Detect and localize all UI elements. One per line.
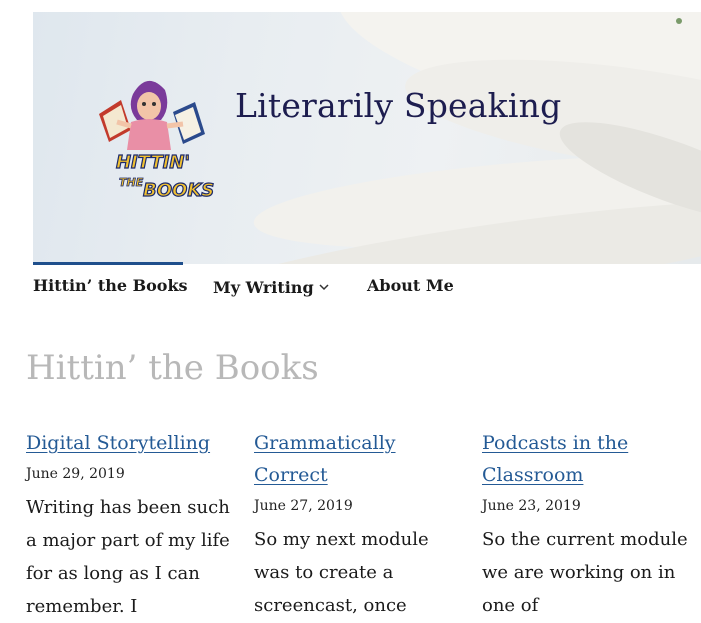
logo-text-mid: THE	[119, 176, 144, 189]
post-excerpt: Writing has been such a major part of my…	[26, 497, 230, 617]
post-card: Podcasts in the Classroom June 23, 2019 …	[482, 427, 692, 622]
post-title-link[interactable]: Podcasts in the Classroom	[482, 427, 692, 491]
post-title-link[interactable]: Grammatically Correct	[254, 427, 454, 491]
logo-text-top: HITTIN'	[116, 152, 190, 173]
active-nav-indicator	[33, 262, 183, 265]
nav-item-my-writing[interactable]: My Writing	[213, 276, 329, 297]
post-title-link[interactable]: Digital Storytelling	[26, 427, 231, 459]
chevron-down-icon	[319, 276, 329, 295]
site-title[interactable]: Literarily Speaking	[235, 86, 561, 125]
nav-item-hittin-the-books[interactable]: Hittin’ the Books	[33, 276, 188, 295]
post-card: Digital Storytelling June 29, 2019 Writi…	[26, 427, 231, 623]
post-date: June 23, 2019	[482, 498, 581, 514]
post-date: June 29, 2019	[26, 466, 125, 482]
post-card: Grammatically Correct June 27, 2019 So m…	[254, 427, 454, 622]
page-title: Hittin’ the Books	[26, 348, 319, 388]
post-excerpt: So my next module was to create a screen…	[254, 529, 429, 616]
logo-text-bottom: BOOKS	[143, 180, 214, 201]
nav-item-my-writing-label: My Writing	[213, 278, 314, 297]
nav-item-about-me[interactable]: About Me	[367, 276, 454, 295]
site-header: HITTIN' THE BOOKS Literarily Speaking	[33, 12, 701, 264]
main-navigation: Hittin’ the Books My Writing About Me	[33, 262, 701, 308]
hittin-the-books-logo[interactable]: HITTIN' THE BOOKS	[91, 72, 221, 212]
post-excerpt: So the current module we are working on …	[482, 529, 688, 616]
post-date: June 27, 2019	[254, 498, 353, 514]
